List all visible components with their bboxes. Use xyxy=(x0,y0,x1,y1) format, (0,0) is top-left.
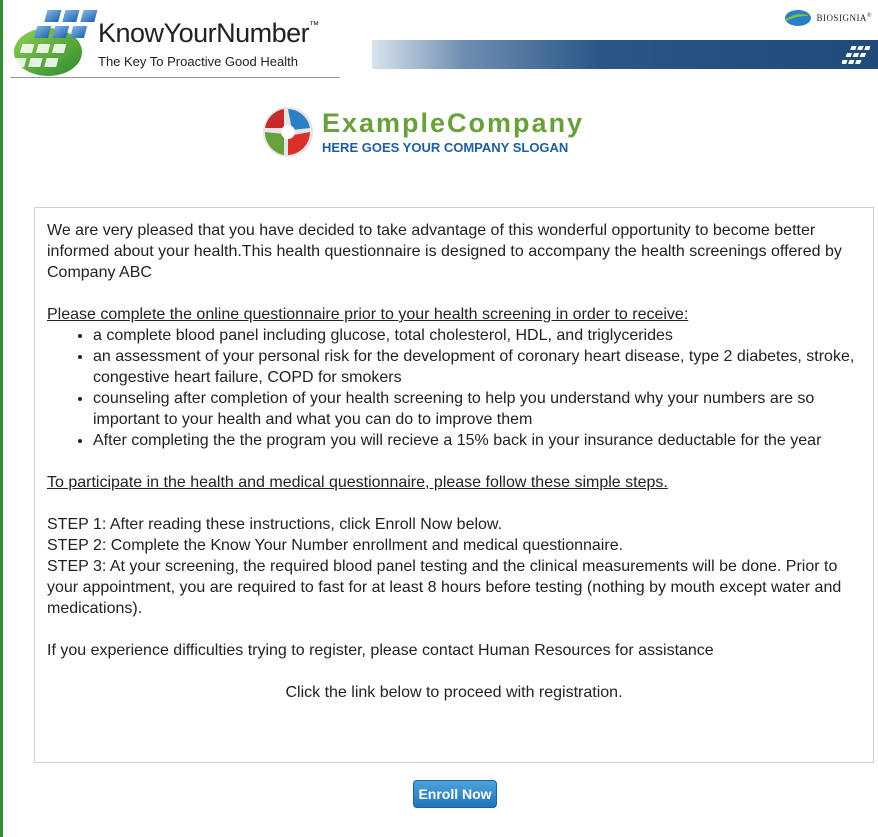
contact-text: If you experience difficulties trying to… xyxy=(47,642,714,659)
steps-heading: To participate in the health and medical… xyxy=(47,474,668,491)
brand-title: KnowYourNumber™ xyxy=(98,18,319,48)
grid-icon xyxy=(842,46,870,64)
intro-text: We are very pleased that you have decide… xyxy=(47,222,842,281)
proceed-text: Click the link below to proceed with reg… xyxy=(285,684,623,701)
partner-name: BIOSIGNIA® xyxy=(816,13,872,23)
header-band xyxy=(372,40,878,69)
step-2: STEP 2: Complete the Know Your Number en… xyxy=(47,537,624,554)
grid-globe-icon xyxy=(12,10,98,76)
brand-tagline: The Key To Proactive Good Health xyxy=(98,54,298,69)
list-item: After completing the the program you wil… xyxy=(93,430,861,451)
step-3: STEP 3: At your screening, the required … xyxy=(47,558,842,617)
benefits-list: a complete blood panel including glucose… xyxy=(47,325,861,451)
company-emblem-icon xyxy=(263,107,313,157)
step-1: STEP 1: After reading these instructions… xyxy=(47,516,503,533)
list-item: a complete blood panel including glucose… xyxy=(93,325,861,346)
company-name: ExampleCompany xyxy=(322,108,585,138)
biosignia-swoosh-icon xyxy=(785,10,812,26)
benefits-heading: Please complete the online questionnaire… xyxy=(47,306,689,323)
know-your-number-logo: KnowYourNumber™ The Key To Proactive Goo… xyxy=(12,8,342,80)
left-border-bar xyxy=(0,0,3,837)
company-slogan: HERE GOES YOUR COMPANY SLOGAN xyxy=(322,140,569,155)
list-item: counseling after completion of your heal… xyxy=(93,388,861,430)
list-item: an assessment of your personal risk for … xyxy=(93,346,861,388)
header-divider xyxy=(10,77,340,78)
company-logo: ExampleCompany HERE GOES YOUR COMPANY SL… xyxy=(262,106,622,162)
biosignia-logo: BIOSIGNIA® xyxy=(784,8,872,28)
instructions-panel: We are very pleased that you have decide… xyxy=(34,207,874,763)
enroll-now-button[interactable]: Enroll Now xyxy=(413,780,497,808)
